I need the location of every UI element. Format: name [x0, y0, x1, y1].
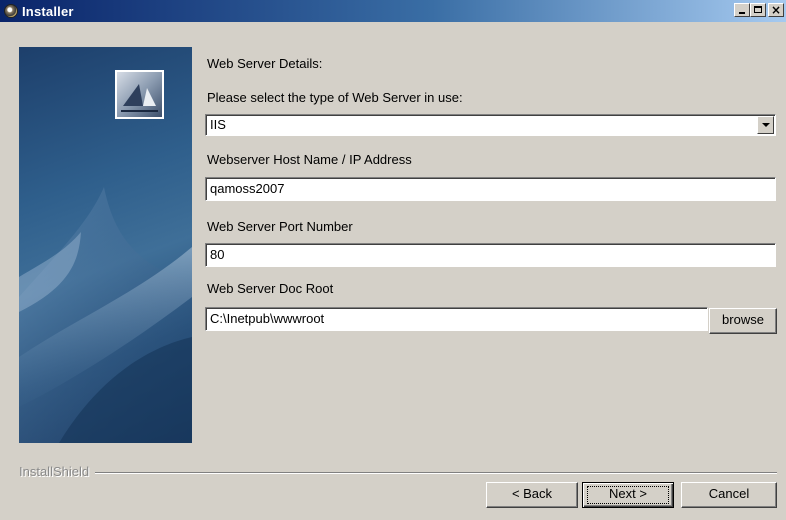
- server-type-label: Please select the type of Web Server in …: [207, 90, 463, 105]
- installshield-brand: InstallShield: [19, 464, 96, 479]
- port-input[interactable]: 80: [205, 243, 776, 267]
- window-title: Installer: [22, 3, 74, 19]
- focus-indicator: [587, 486, 669, 504]
- server-type-value: IIS: [210, 117, 226, 132]
- installer-app-icon: [4, 4, 18, 18]
- doc-root-input[interactable]: C:\Inetpub\wwwroot: [205, 307, 708, 331]
- host-label: Webserver Host Name / IP Address: [207, 152, 412, 167]
- port-label: Web Server Port Number: [207, 219, 353, 234]
- installshield-logo-tile: [115, 70, 164, 119]
- back-button[interactable]: < Back: [486, 482, 578, 508]
- minimize-button[interactable]: [734, 3, 750, 17]
- minimize-icon: [739, 12, 745, 14]
- maximize-button[interactable]: [750, 3, 766, 17]
- browse-button[interactable]: browse: [709, 308, 777, 334]
- brand-separator: InstallShield: [19, 464, 777, 479]
- close-button[interactable]: ×: [768, 3, 784, 17]
- host-input[interactable]: qamoss2007: [205, 177, 776, 201]
- window-controls: ×: [734, 3, 784, 17]
- title-bar[interactable]: Installer ×: [0, 0, 786, 22]
- section-heading: Web Server Details:: [207, 56, 323, 71]
- sails-logo-icon: [117, 72, 162, 117]
- maximize-icon: [754, 6, 762, 13]
- separator-line: [19, 472, 777, 474]
- installer-side-banner: [19, 47, 192, 443]
- close-icon: ×: [770, 3, 782, 17]
- server-type-select[interactable]: IIS: [205, 114, 776, 136]
- doc-root-label: Web Server Doc Root: [207, 281, 334, 296]
- banner-artwork: [19, 187, 192, 443]
- dropdown-arrow-icon[interactable]: [757, 116, 774, 134]
- cancel-button[interactable]: Cancel: [681, 482, 777, 508]
- next-button[interactable]: Next >: [582, 482, 674, 508]
